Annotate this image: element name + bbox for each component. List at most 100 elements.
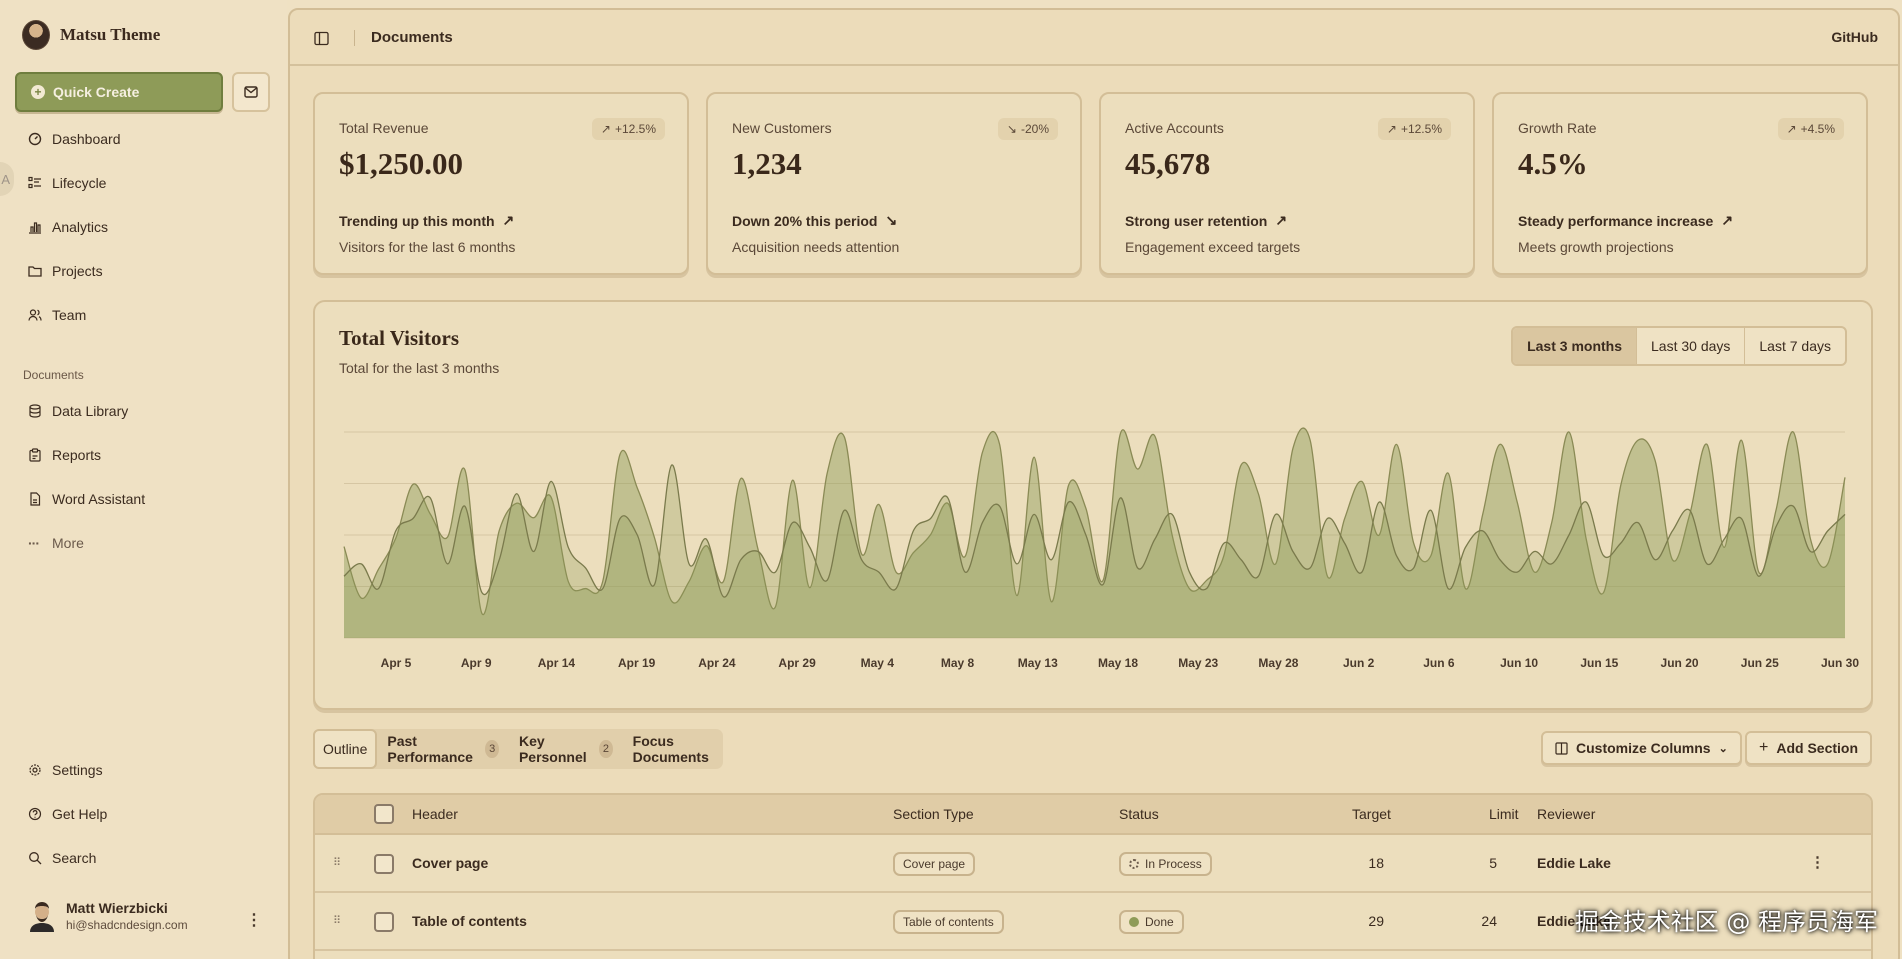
x-tick-label: Jun 6 (1423, 656, 1455, 670)
sidebar-item-lifecycle[interactable]: Lifecycle (28, 173, 106, 193)
stat-trend: Trending up this month ↗ (339, 212, 515, 229)
sidebar-item-label: Dashboard (52, 131, 121, 147)
folder-icon (28, 266, 42, 277)
sidebar-item-label: Data Library (52, 403, 129, 419)
x-tick-label: May 28 (1258, 656, 1298, 670)
user-menu-icon[interactable]: ⋮ (246, 910, 262, 930)
trend-badge: ↗ +4.5% (1777, 118, 1844, 140)
sidebar-item-data-library[interactable]: Data Library (28, 401, 128, 421)
help-icon (28, 807, 42, 821)
brand-name: Matsu Theme (60, 25, 161, 44)
search-icon (29, 852, 42, 865)
x-tick-label: Apr 5 (381, 656, 412, 670)
user-profile[interactable]: Matt Wierzbicki hi@shadcndesign.com (28, 900, 188, 932)
sidebar-item-get-help[interactable]: Get Help (28, 804, 107, 824)
sidebar-item-projects[interactable]: Projects (28, 261, 103, 281)
row-target[interactable]: 18 (1344, 855, 1384, 871)
tab-past-performance[interactable]: Past Performance 3 (377, 729, 509, 769)
trend-down-icon: ↘ (1006, 122, 1017, 136)
stat-value: 4.5% (1518, 146, 1588, 181)
sidebar-item-team[interactable]: Team (28, 305, 86, 325)
table-header: Header Section Type Status Target Limit … (315, 795, 1871, 835)
col-status[interactable]: Status (1119, 806, 1159, 822)
chevron-down-icon: ⌄ (1718, 742, 1728, 755)
list-icon (28, 176, 41, 189)
col-target[interactable]: Target (1352, 806, 1391, 822)
clipboard-icon (29, 448, 41, 462)
sidebar-item-reports[interactable]: Reports (28, 445, 101, 465)
stat-note: Visitors for the last 6 months (339, 239, 516, 255)
add-section-button[interactable]: + Add Section (1745, 731, 1873, 765)
x-tick-label: Jun 10 (1500, 656, 1538, 670)
tab-count: 3 (485, 740, 499, 758)
customize-columns-button[interactable]: Customize Columns ⌄ (1541, 731, 1742, 765)
brand[interactable]: Matsu Theme (22, 20, 160, 50)
trend-badge: ↘ -20% (997, 118, 1058, 140)
stat-value: 45,678 (1125, 146, 1211, 181)
col-limit[interactable]: Limit (1489, 806, 1519, 822)
tab-focus-documents[interactable]: Focus Documents (623, 729, 719, 769)
trend-up-icon: ↗ (1386, 122, 1397, 136)
trend-up-icon: ↗ (1275, 212, 1288, 228)
x-tick-label: Jun 2 (1343, 656, 1375, 670)
row-header[interactable]: Table of contents (412, 913, 527, 929)
sidebar-toggle-icon[interactable] (314, 31, 329, 46)
row-checkbox[interactable] (374, 912, 394, 932)
file-icon (30, 492, 41, 506)
select-all-checkbox[interactable] (374, 804, 394, 824)
x-tick-label: Apr 14 (538, 656, 576, 670)
table-row[interactable]: ⠿ Cover page Cover page In Process 18 5 … (315, 835, 1871, 893)
sidebar-item-word-assistant[interactable]: Word Assistant (28, 489, 145, 509)
github-link[interactable]: GitHub (1831, 29, 1878, 45)
col-header[interactable]: Header (412, 806, 458, 822)
drag-handle-icon[interactable]: ⠿ (333, 914, 341, 927)
section-type-badge: Table of contents (893, 910, 1004, 934)
col-section-type[interactable]: Section Type (893, 806, 974, 822)
tab-key-personnel[interactable]: Key Personnel 2 (509, 729, 623, 769)
x-tick-label: Jun 20 (1661, 656, 1699, 670)
trend-up-icon: ↗ (502, 212, 515, 228)
database-icon (29, 404, 41, 418)
stat-label: Growth Rate (1518, 120, 1597, 136)
visitors-area-chart: Apr 5 Apr 9 Apr 14 Apr 19 Apr 24 Apr 29 May 4 M… (343, 427, 1859, 670)
inbox-button[interactable] (232, 72, 270, 112)
tab-outline[interactable]: Outline (313, 729, 378, 769)
stat-card-growth-rate: Growth Rate ↗ +4.5% 4.5% Steady performan… (1492, 92, 1868, 275)
users-icon (28, 309, 42, 321)
quick-create-button[interactable]: + Quick Create (15, 72, 223, 112)
row-limit[interactable]: 24 (1457, 913, 1497, 929)
row-header[interactable]: Cover page (412, 855, 488, 871)
x-tick-label: Apr 24 (698, 656, 736, 670)
row-checkbox[interactable] (374, 854, 394, 874)
collapse-tab[interactable]: A (0, 162, 14, 196)
row-limit[interactable]: 5 (1457, 855, 1497, 871)
sidebar-item-label: Projects (52, 263, 103, 279)
stat-card-active-accounts: Active Accounts ↗ +12.5% 45,678 Strong us… (1099, 92, 1475, 275)
row-reviewer[interactable]: Eddie Lake (1537, 855, 1611, 871)
topbar: Documents GitHub (290, 10, 1898, 66)
sidebar-item-more[interactable]: ··· More (28, 533, 84, 553)
sidebar: A Matsu Theme + Quick Create Dashboard L… (0, 0, 287, 959)
gear-icon (29, 764, 41, 776)
x-tick-label: May 4 (861, 656, 895, 670)
sidebar-item-label: Search (52, 850, 97, 866)
row-actions-icon[interactable]: ⋮ (1810, 853, 1825, 871)
dashboard-icon (28, 132, 42, 146)
drag-handle-icon[interactable]: ⠿ (333, 856, 341, 869)
documents-section-title: Documents (23, 368, 84, 382)
stat-label: New Customers (732, 120, 832, 136)
stat-card-total-revenue: Total Revenue ↗ +12.5% $1,250.00 Trending… (313, 92, 689, 275)
x-tick-label: Jun 30 (1821, 656, 1859, 670)
col-reviewer[interactable]: Reviewer (1537, 806, 1595, 822)
sidebar-item-label: More (52, 535, 84, 551)
loader-icon (1129, 859, 1139, 869)
sidebar-item-settings[interactable]: Settings (28, 760, 103, 780)
sidebar-item-search[interactable]: Search (28, 848, 96, 868)
topbar-divider (354, 30, 355, 46)
sidebar-item-dashboard[interactable]: Dashboard (28, 129, 121, 149)
trend-up-icon: ↗ (600, 122, 611, 136)
bar-chart-icon (29, 222, 41, 234)
row-target[interactable]: 29 (1344, 913, 1384, 929)
stat-value: 1,234 (732, 146, 802, 181)
sidebar-item-analytics[interactable]: Analytics (28, 217, 108, 237)
